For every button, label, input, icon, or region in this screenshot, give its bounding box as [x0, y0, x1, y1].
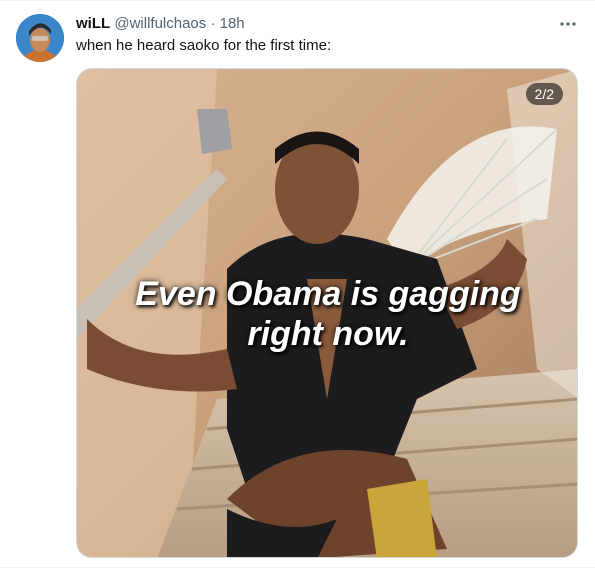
separator: ·	[210, 15, 216, 32]
more-button[interactable]	[556, 12, 580, 36]
tweet-header: wiLL @willfulchaos · 18h	[76, 14, 245, 34]
user-handle[interactable]: @willfulchaos	[114, 15, 206, 32]
caption-line-2: right now.	[247, 315, 409, 353]
tweet-text: when he heard saoko for the first time:	[76, 37, 332, 54]
tweet[interactable]: wiLL @willfulchaos · 18h when he heard s…	[0, 0, 595, 568]
more-horizontal-icon	[560, 22, 576, 26]
caption-line-1: Even Obama is gagging	[135, 275, 521, 313]
image-caption: Even Obama is gagging right now.	[77, 274, 577, 354]
media-counter-badge: 2/2	[525, 83, 563, 105]
avatar[interactable]	[16, 14, 64, 62]
display-name[interactable]: wiLL	[76, 15, 110, 32]
tweet-media-image[interactable]: 2/2 Even Obama is gagging right now.	[76, 68, 578, 558]
timestamp[interactable]: 18h	[220, 15, 245, 32]
